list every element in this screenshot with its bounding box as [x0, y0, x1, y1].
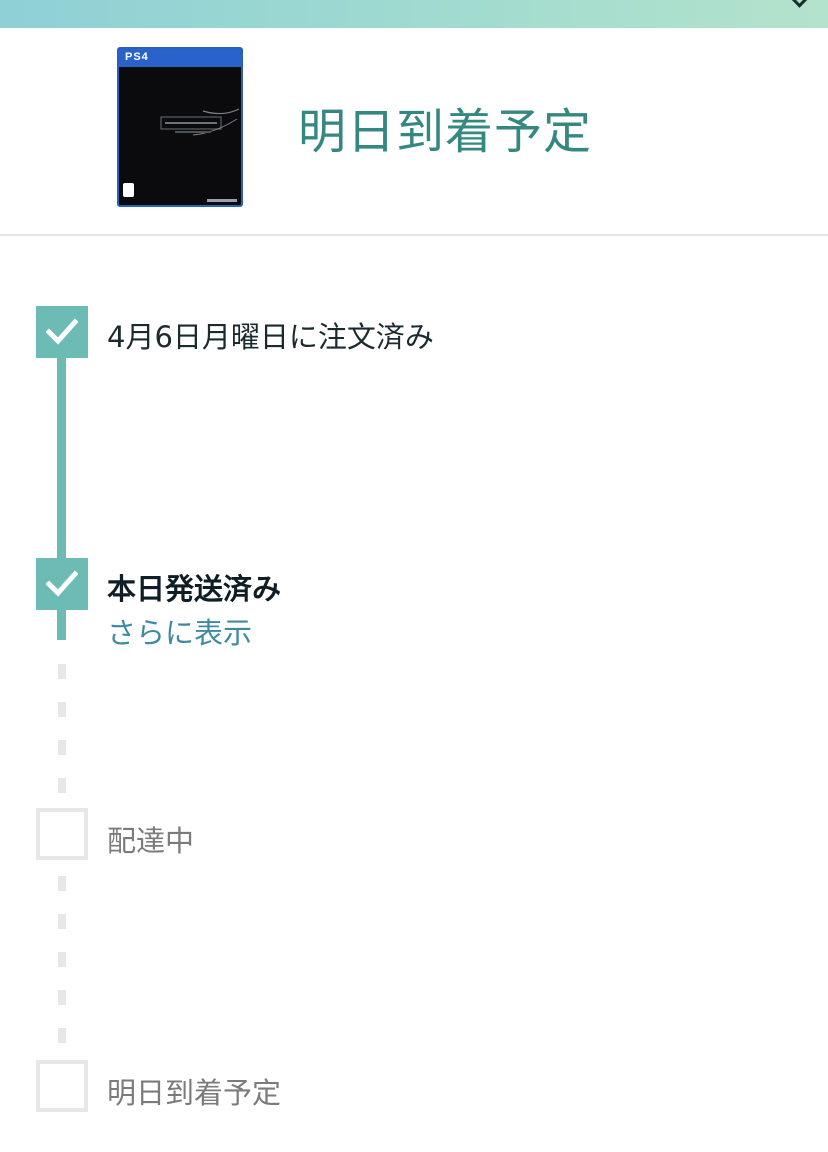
chevron-down-icon[interactable]	[790, 0, 809, 8]
step-in-transit-label: 配達中	[107, 824, 195, 858]
game-logo-icon	[160, 108, 240, 136]
progress-line-pending	[58, 876, 66, 1060]
shipment-timeline: 4月6日月曜日に注文済み 本日発送済み さらに表示 配達中 明日到着予定	[0, 236, 828, 1152]
step-shipped-label: 本日発送済み	[107, 572, 282, 606]
top-status-bar	[0, 0, 828, 28]
platform-logo: PS4	[125, 51, 149, 63]
step-ordered-check	[36, 306, 88, 358]
delivery-header: PS4 明日到着予定	[0, 28, 828, 236]
progress-line-pending	[58, 664, 66, 808]
check-icon	[46, 570, 78, 597]
step-ordered-label: 4月6日月曜日に注文済み	[107, 320, 434, 354]
rating-badge	[123, 183, 134, 197]
publisher-mark	[207, 199, 237, 202]
header-title: 明日到着予定	[298, 104, 593, 160]
check-icon	[46, 318, 78, 345]
step-in-transit-box	[36, 808, 88, 860]
step-shipped-check	[36, 558, 88, 610]
product-image[interactable]: PS4	[117, 47, 243, 207]
show-more-link[interactable]: さらに表示	[107, 610, 252, 652]
step-arrival-box	[36, 1060, 88, 1112]
step-arrival-label: 明日到着予定	[107, 1076, 282, 1110]
